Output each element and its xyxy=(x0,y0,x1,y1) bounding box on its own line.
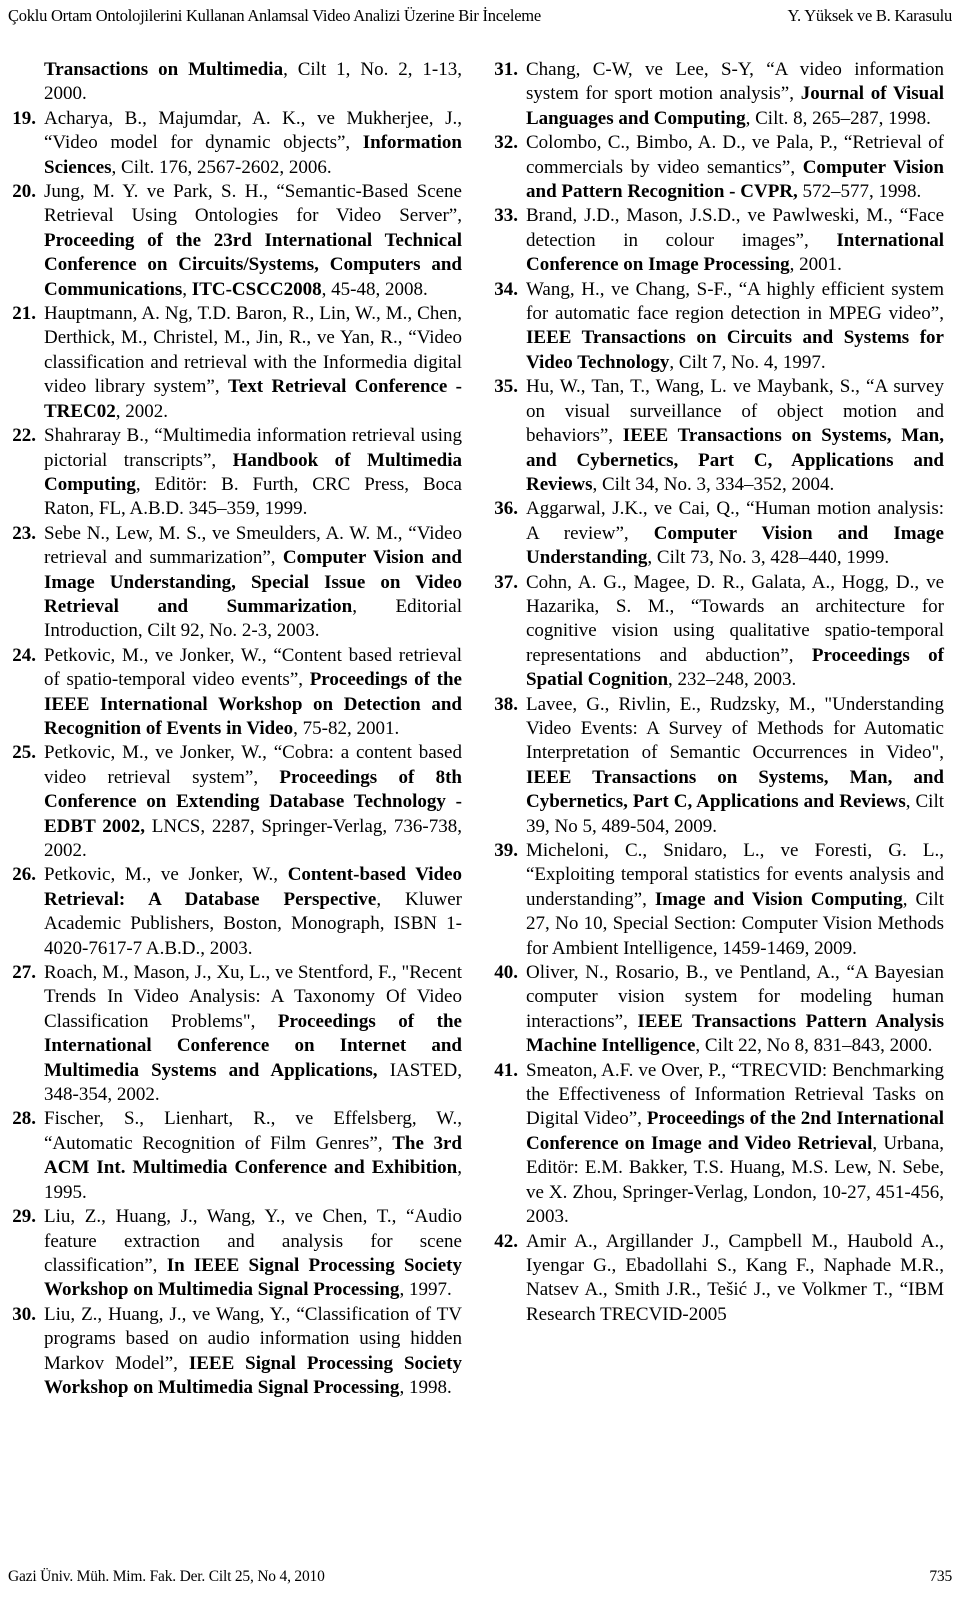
reference-number: 35. xyxy=(494,376,518,398)
reference-entry: 29. Liu, Z., Huang, J., Wang, Y., ve Chen… xyxy=(8,1205,462,1303)
reference-text: Hu, W., Tan, T., Wang, L. ve Maybank, S.… xyxy=(526,376,944,495)
reference-entry: 30. Liu, Z., Huang, J., ve Wang, Y., “Cla… xyxy=(8,1303,462,1401)
reference-number: 37. xyxy=(494,571,518,593)
reference-text: Brand, J.D., Mason, J.S.D., ve Pawlweski… xyxy=(526,205,944,276)
reference-number: 26. xyxy=(12,864,36,886)
reference-number: 31. xyxy=(494,59,518,80)
reference-text: Acharya, B., Majumdar, A. K., ve Mukherj… xyxy=(44,107,462,178)
reference-entry: 41. Smeaton, A.F. ve Over, P., “TRECVID: … xyxy=(490,1059,944,1230)
reference-entry: 24. Petkovic, M., ve Jonker, W., “Content… xyxy=(8,644,462,742)
reference-entry: 42. Amir A., Argillander J., Campbell M.,… xyxy=(490,1230,944,1328)
reference-number: 33. xyxy=(494,205,518,227)
reference-text: Hauptmann, A. Ng, T.D. Baron, R., Lin, W… xyxy=(44,303,462,422)
reference-entry: 35. Hu, W., Tan, T., Wang, L. ve Maybank,… xyxy=(490,375,944,497)
running-head-authors: Y. Yüksek ve B. Karasulu xyxy=(787,6,953,25)
reference-text: Aggarwal, J.K., ve Cai, Q., “Human motio… xyxy=(526,498,944,569)
reference-text: Shahraray B., “Multimedia information re… xyxy=(44,425,462,520)
reference-number: 20. xyxy=(12,181,36,203)
reference-number: 27. xyxy=(12,962,36,984)
reference-number: 39. xyxy=(494,840,518,861)
reference-text: Petkovic, M., ve Jonker, W., “Cobra: a c… xyxy=(44,742,462,861)
reference-text: Liu, Z., Huang, J., Wang, Y., ve Chen, T… xyxy=(44,1206,462,1301)
reference-text: Cohn, A. G., Magee, D. R., Galata, A., H… xyxy=(526,571,944,691)
reference-number: 40. xyxy=(494,962,518,984)
reference-number: 25. xyxy=(12,742,36,764)
reference-entry: 37. Cohn, A. G., Magee, D. R., Galata, A.… xyxy=(490,571,944,693)
reference-number: 29. xyxy=(12,1206,36,1228)
left-reference-list: 19. Acharya, B., Majumdar, A. K., ve Mukh… xyxy=(8,107,462,1401)
reference-continuation: Transactions on Multimedia, Cilt 1, No. … xyxy=(8,58,462,107)
page-footer: Gazi Üniv. Müh. Mim. Fak. Der. Cilt 25, … xyxy=(8,1568,952,1586)
reference-number: 21. xyxy=(12,303,36,325)
reference-text: Liu, Z., Huang, J., ve Wang, Y., “Classi… xyxy=(44,1303,462,1398)
reference-entry: 26. Petkovic, M., ve Jonker, W., Content-… xyxy=(8,863,462,961)
right-reference-list: 31. Chang, C-W, ve Lee, S-Y, “A video inf… xyxy=(490,58,944,1327)
reference-entry: 31. Chang, C-W, ve Lee, S-Y, “A video inf… xyxy=(490,58,944,131)
reference-entry: 25. Petkovic, M., ve Jonker, W., “Cobra: … xyxy=(8,741,462,863)
reference-entry: 20. Jung, M. Y. ve Park, S. H., “Semantic… xyxy=(8,180,462,302)
reference-number: 36. xyxy=(494,498,518,520)
reference-text: Chang, C-W, ve Lee, S-Y, “A video inform… xyxy=(526,59,944,129)
running-head: Çoklu Ortam Ontolojilerini Kullanan Anla… xyxy=(8,6,952,32)
reference-number: 42. xyxy=(494,1230,518,1252)
footer-page-number: 735 xyxy=(929,1568,952,1585)
reference-entry: 19. Acharya, B., Majumdar, A. K., ve Mukh… xyxy=(8,107,462,180)
reference-number: 32. xyxy=(494,132,518,154)
reference-number: 24. xyxy=(12,644,36,666)
reference-entry: 39. Micheloni, C., Snidaro, L., ve Forest… xyxy=(490,839,944,961)
reference-text: Colombo, C., Bimbo, A. D., ve Pala, P., … xyxy=(526,132,945,203)
reference-number: 22. xyxy=(12,425,36,447)
journal-page: Çoklu Ortam Ontolojilerini Kullanan Anla… xyxy=(0,0,960,1600)
reference-entry: 33. Brand, J.D., Mason, J.S.D., ve Pawlwe… xyxy=(490,204,944,277)
reference-entry: 32. Colombo, C., Bimbo, A. D., ve Pala, P… xyxy=(490,131,944,204)
reference-entry: 28. Fischer, S., Lienhart, R., ve Effelsb… xyxy=(8,1107,462,1205)
left-column: Transactions on Multimedia, Cilt 1, No. … xyxy=(8,58,462,1513)
footer-journal-line: Gazi Üniv. Müh. Mim. Fak. Der. Cilt 25, … xyxy=(8,1568,325,1585)
reference-text: Oliver, N., Rosario, B., ve Pentland, A.… xyxy=(526,962,944,1057)
reference-entry: 22. Shahraray B., “Multimedia information… xyxy=(8,424,462,522)
reference-number: 19. xyxy=(12,107,36,129)
reference-number: 28. xyxy=(12,1108,36,1130)
reference-text: Smeaton, A.F. ve Over, P., “TRECVID: Ben… xyxy=(526,1059,945,1228)
two-column-body: Transactions on Multimedia, Cilt 1, No. … xyxy=(8,58,952,1513)
reference-text: Roach, M., Mason, J., Xu, L., ve Stentfo… xyxy=(44,962,462,1106)
reference-text: Transactions on Multimedia, Cilt 1, No. … xyxy=(44,59,463,105)
reference-entry: 36. Aggarwal, J.K., ve Cai, Q., “Human mo… xyxy=(490,497,944,570)
reference-entry: 27. Roach, M., Mason, J., Xu, L., ve Sten… xyxy=(8,961,462,1107)
reference-text: Wang, H., ve Chang, S-F., “A highly effi… xyxy=(526,278,944,373)
reference-number: 34. xyxy=(494,278,518,300)
reference-number: 23. xyxy=(12,522,36,544)
right-column: 31. Chang, C-W, ve Lee, S-Y, “A video inf… xyxy=(490,58,944,1513)
reference-entry: 40. Oliver, N., Rosario, B., ve Pentland,… xyxy=(490,961,944,1059)
reference-text: Sebe N., Lew, M. S., ve Smeulders, A. W.… xyxy=(44,522,463,642)
reference-entry: 34. Wang, H., ve Chang, S-F., “A highly e… xyxy=(490,278,944,376)
reference-entry: 23. Sebe N., Lew, M. S., ve Smeulders, A.… xyxy=(8,522,462,644)
running-head-title: Çoklu Ortam Ontolojilerini Kullanan Anla… xyxy=(8,6,541,25)
reference-number: 38. xyxy=(494,693,518,715)
reference-text: Jung, M. Y. ve Park, S. H., “Semantic-Ba… xyxy=(44,181,462,300)
reference-entry: 38. Lavee, G., Rivlin, E., Rudzsky, M., "… xyxy=(490,693,944,839)
reference-text: Petkovic, M., ve Jonker, W., Content-bas… xyxy=(44,864,462,959)
reference-text: Micheloni, C., Snidaro, L., ve Foresti, … xyxy=(526,840,944,959)
reference-number: 30. xyxy=(12,1303,36,1325)
reference-number: 41. xyxy=(494,1059,518,1081)
reference-text: Fischer, S., Lienhart, R., ve Effelsberg… xyxy=(44,1108,462,1203)
reference-text: Lavee, G., Rivlin, E., Rudzsky, M., "Und… xyxy=(526,693,945,837)
reference-entry: 21. Hauptmann, A. Ng, T.D. Baron, R., Lin… xyxy=(8,302,462,424)
reference-text: Amir A., Argillander J., Campbell M., Ha… xyxy=(526,1230,944,1325)
reference-text: Petkovic, M., ve Jonker, W., “Content ba… xyxy=(44,644,462,739)
